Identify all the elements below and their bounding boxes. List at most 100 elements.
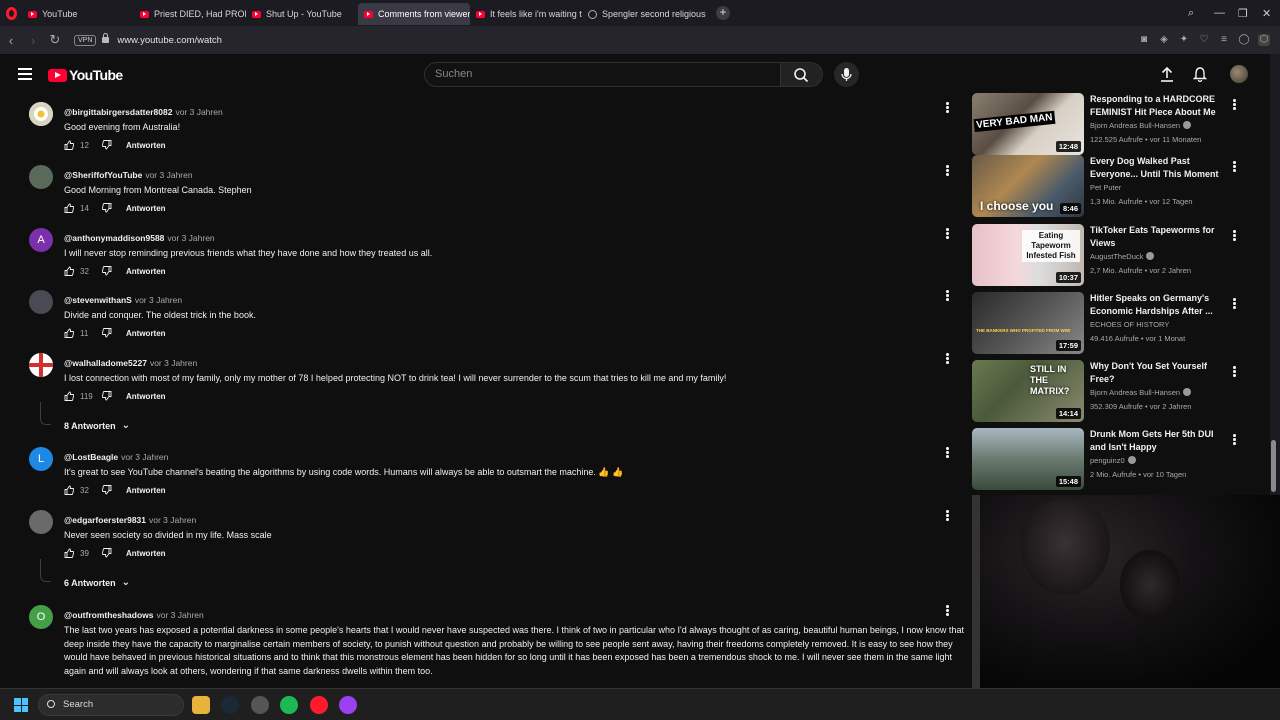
video-thumbnail[interactable]: THE BANKERS WHO PROFITED FROM WWI 17:59 <box>972 292 1084 354</box>
forward-button[interactable]: › <box>22 33 44 48</box>
comment-timestamp[interactable]: vor 3 Jahren <box>135 295 182 305</box>
comment-author[interactable]: @SheriffofYouTube <box>64 170 142 180</box>
video-thumbnail[interactable]: STILL IN THE MATRIX? 14:14 <box>972 360 1084 422</box>
shield-icon[interactable]: ◈ <box>1158 34 1170 46</box>
url-field[interactable]: www.youtube.com/watch <box>117 35 222 46</box>
comment-more-options-icon[interactable] <box>946 165 950 177</box>
heart-icon[interactable]: ♡ <box>1198 34 1210 46</box>
comment-more-options-icon[interactable] <box>946 447 950 459</box>
video-more-options-icon[interactable] <box>1233 366 1237 378</box>
thumbs-up-icon[interactable] <box>64 203 74 213</box>
comment-more-options-icon[interactable] <box>946 228 950 240</box>
menu-icon[interactable] <box>18 68 32 83</box>
comment-avatar[interactable] <box>29 290 53 314</box>
settings-gear-icon[interactable] <box>251 696 269 714</box>
comment-avatar[interactable] <box>29 353 53 377</box>
spotify-icon[interactable] <box>280 696 298 714</box>
opera-menu-icon[interactable] <box>0 0 22 26</box>
video-thumbnail[interactable]: 15:48 <box>972 428 1084 490</box>
maximize-button[interactable]: ❐ <box>1238 0 1248 26</box>
recommended-video[interactable]: Eating Tapeworm Infested Fish 10:37 TikTok… <box>972 224 1268 288</box>
reload-button[interactable]: ↻ <box>44 32 66 48</box>
recommended-video[interactable]: 15:48 Drunk Mom Gets Her 5th DUI and Isn'… <box>972 428 1268 492</box>
comment-timestamp[interactable]: vor 3 Jahren <box>157 610 204 620</box>
recommended-video[interactable]: THE BANKERS WHO PROFITED FROM WWI 17:59 Hi… <box>972 292 1268 356</box>
reply-button[interactable]: Antworten <box>126 141 166 150</box>
comment-author[interactable]: @edgarfoerster9831 <box>64 515 146 525</box>
recommended-video[interactable]: I choose you 8:46 Every Dog Walked Past Ev… <box>972 155 1268 219</box>
account-avatar[interactable] <box>1230 65 1248 83</box>
video-thumbnail[interactable]: Eating Tapeworm Infested Fish 10:37 <box>972 224 1084 286</box>
channel-name[interactable]: Bjorn Andreas Bull-Hansen <box>1090 388 1192 397</box>
comment-avatar[interactable]: O <box>29 605 53 629</box>
video-more-options-icon[interactable] <box>1233 298 1237 310</box>
search-button[interactable] <box>781 62 823 87</box>
video-title[interactable]: Why Don't You Set Yourself Free? <box>1090 360 1225 386</box>
comment-avatar[interactable] <box>29 165 53 189</box>
thumbs-down-icon[interactable] <box>102 391 112 401</box>
thumbs-up-icon[interactable] <box>64 328 74 338</box>
channel-name[interactable]: ECHOES OF HISTORY <box>1090 320 1169 329</box>
thumbs-down-icon[interactable] <box>102 485 112 495</box>
thumbs-up-icon[interactable] <box>64 485 74 495</box>
lock-icon[interactable] <box>102 33 110 43</box>
comment-author[interactable]: @birgittabirgersdatter8082 <box>64 107 172 117</box>
comment-more-options-icon[interactable] <box>946 605 950 617</box>
file-explorer-icon[interactable] <box>192 696 210 714</box>
thumbs-down-icon[interactable] <box>102 328 112 338</box>
channel-name[interactable]: Pet Puter <box>1090 183 1121 192</box>
browser-tab[interactable]: Priest DIED, Had PROFOUN <box>134 3 246 25</box>
channel-name[interactable]: AugustTheDuck <box>1090 252 1155 261</box>
channel-name[interactable]: penguinz0 <box>1090 456 1136 465</box>
browser-tab[interactable]: Spengler second religious <box>582 3 712 25</box>
browser-tab[interactable]: Shut Up - YouTube <box>246 3 358 25</box>
thumbs-down-icon[interactable] <box>102 548 112 558</box>
comment-author[interactable]: @stevenwithanS <box>64 295 132 305</box>
tab-search-icon[interactable]: ⌕ <box>1188 0 1194 26</box>
comment-avatar[interactable]: A <box>29 228 53 252</box>
comment-author[interactable]: @walhalladome5227 <box>64 358 147 368</box>
opera-browser-icon[interactable] <box>310 696 328 714</box>
taskbar-search[interactable]: Search <box>38 694 184 716</box>
thumbs-down-icon[interactable] <box>102 203 112 213</box>
browser-tab[interactable]: It feels like i'm waiting to <box>470 3 582 25</box>
comment-avatar[interactable]: L <box>29 447 53 471</box>
upload-icon[interactable] <box>1160 66 1174 85</box>
comment-more-options-icon[interactable] <box>946 102 950 114</box>
comment-more-options-icon[interactable] <box>946 353 950 365</box>
comment-avatar[interactable] <box>29 510 53 534</box>
browser-tab[interactable]: Comments from viewers <box>358 3 470 25</box>
video-title[interactable]: TikToker Eats Tapeworms for Views <box>1090 224 1225 250</box>
easy-setup-icon[interactable]: ≡ <box>1218 34 1230 46</box>
comment-author[interactable]: @anthonymaddison9588 <box>64 233 164 243</box>
minimize-button[interactable]: — <box>1214 0 1225 26</box>
reply-button[interactable]: Antworten <box>126 486 166 495</box>
reply-button[interactable]: Antworten <box>126 392 166 401</box>
video-title[interactable]: Every Dog Walked Past Everyone... Until … <box>1090 155 1225 181</box>
aria-icon[interactable]: ⬡ <box>1258 34 1270 46</box>
comment-more-options-icon[interactable] <box>946 510 950 522</box>
thumbs-up-icon[interactable] <box>64 391 74 401</box>
video-more-options-icon[interactable] <box>1233 230 1237 242</box>
video-title[interactable]: Drunk Mom Gets Her 5th DUI and Isn't Hap… <box>1090 428 1225 454</box>
video-thumbnail[interactable]: VERY BAD MAN 12:48 <box>972 93 1084 155</box>
page-scrollbar[interactable] <box>1271 440 1276 492</box>
video-thumbnail[interactable]: I choose you 8:46 <box>972 155 1084 217</box>
thumbs-up-icon[interactable] <box>64 548 74 558</box>
video-title[interactable]: Responding to a HARDCORE FEMINIST Hit Pi… <box>1090 93 1225 119</box>
recommended-video[interactable]: STILL IN THE MATRIX? 14:14 Why Don't You S… <box>972 360 1268 424</box>
comment-timestamp[interactable]: vor 3 Jahren <box>167 233 214 243</box>
thumbs-up-icon[interactable] <box>64 140 74 150</box>
reply-button[interactable]: Antworten <box>126 329 166 338</box>
opera-gx-icon[interactable] <box>339 696 357 714</box>
recommended-video[interactable]: VERY BAD MAN 12:48 Responding to a HARDCOR… <box>972 93 1268 157</box>
comment-more-options-icon[interactable] <box>946 290 950 302</box>
video-more-options-icon[interactable] <box>1233 161 1237 173</box>
notifications-bell-icon[interactable] <box>1192 66 1208 85</box>
comment-timestamp[interactable]: vor 3 Jahren <box>150 358 197 368</box>
comment-avatar[interactable] <box>29 102 53 126</box>
reply-button[interactable]: Antworten <box>126 204 166 213</box>
show-replies-button[interactable]: 8 Antworten ⌄ <box>40 402 130 431</box>
comment-timestamp[interactable]: vor 3 Jahren <box>149 515 196 525</box>
comment-timestamp[interactable]: vor 3 Jahren <box>175 107 222 117</box>
